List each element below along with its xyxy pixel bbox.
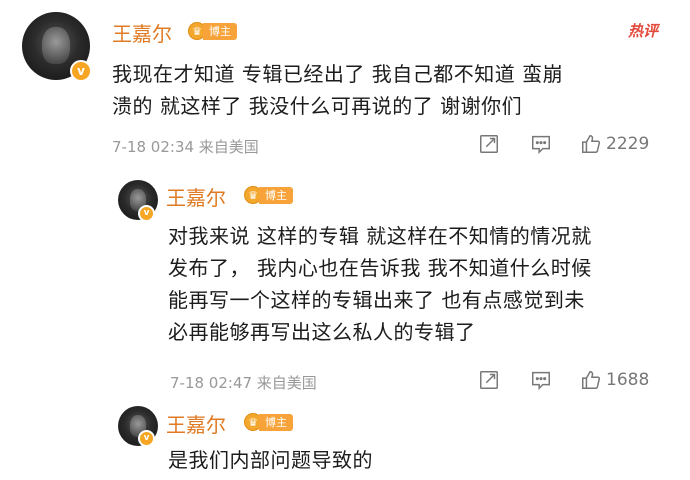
comment-text-line: 是我们内部问题导致的 bbox=[168, 448, 373, 472]
author-name[interactable]: 王嘉尔 bbox=[166, 409, 226, 438]
comment-actions: 2229 bbox=[478, 133, 649, 155]
verified-badge-icon: v bbox=[138, 205, 155, 222]
author-name[interactable]: 王嘉尔 bbox=[112, 18, 172, 47]
comment-icon[interactable] bbox=[530, 133, 552, 155]
comment-text-line: 能再写一个这样的专辑出来了 也有点感觉到未 bbox=[168, 288, 585, 312]
comment-text: 是我们内部问题导致的 bbox=[168, 444, 678, 476]
blogger-badge: ♛ 博主 bbox=[244, 185, 293, 205]
comment-text: 我现在才知道 专辑已经出了 我自己都不知道 蛮崩 溃的 就这样了 我没什么可再说… bbox=[112, 58, 672, 122]
like-icon[interactable] bbox=[580, 369, 602, 391]
share-icon[interactable] bbox=[478, 369, 500, 391]
comment-actions: 1688 bbox=[478, 369, 649, 391]
comment-text-line: 必再能够再写出这么私人的专辑了 bbox=[168, 320, 476, 344]
comment-meta: 7-18 02:47 来自美国 bbox=[170, 374, 317, 392]
like-count: 2229 bbox=[606, 134, 650, 154]
blogger-badge-label: 博主 bbox=[259, 413, 293, 431]
comment-text-line: 发布了， 我内心也在告诉我 我不知道什么时候 bbox=[168, 256, 592, 280]
share-icon[interactable] bbox=[478, 133, 500, 155]
hot-comment-label: 热评 bbox=[628, 22, 659, 40]
author-name[interactable]: 王嘉尔 bbox=[166, 182, 226, 211]
comment-text: 对我来说 这样的专辑 就这样在不知情的情况就 发布了， 我内心也在告诉我 我不知… bbox=[168, 220, 678, 348]
comment-text-line: 我现在才知道 专辑已经出了 我自己都不知道 蛮崩 bbox=[112, 62, 564, 86]
blogger-badge-label: 博主 bbox=[203, 22, 237, 40]
blogger-badge-label: 博主 bbox=[259, 186, 293, 204]
verified-badge-icon: v bbox=[70, 60, 92, 82]
comment-icon[interactable] bbox=[530, 369, 552, 391]
comment-meta: 7-18 02:34 来自美国 bbox=[112, 138, 259, 156]
verified-badge-icon: v bbox=[138, 430, 155, 447]
like-icon[interactable] bbox=[580, 133, 602, 155]
like-count: 1688 bbox=[606, 370, 650, 390]
comment-text-line: 溃的 就这样了 我没什么可再说的了 谢谢你们 bbox=[112, 94, 523, 118]
blogger-badge: ♛ 博主 bbox=[188, 21, 237, 41]
blogger-badge: ♛ 博主 bbox=[244, 412, 293, 432]
comment-text-line: 对我来说 这样的专辑 就这样在不知情的情况就 bbox=[168, 224, 592, 248]
